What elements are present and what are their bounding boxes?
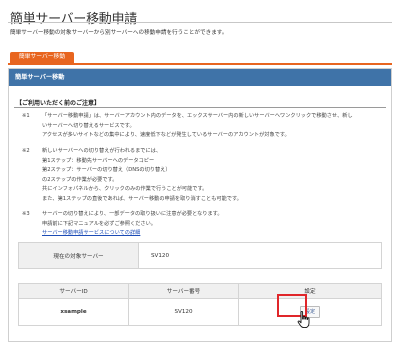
- note-line: アクセスが多いサイトなどの集中により、速度低下などが発生しているサーバーのアカウ…: [42, 132, 290, 139]
- note-line: 申請前に下記マニュアルを必ずご参照ください。: [42, 220, 156, 227]
- tab-easy-server-move[interactable]: 簡単サーバー移動: [10, 52, 74, 63]
- note-line: の2ステップの作業が必要です。: [42, 176, 118, 183]
- manual-link[interactable]: サーバー移動申請サービスについての詳細: [42, 230, 140, 236]
- page-title: 簡単サーバー移動申請: [10, 12, 137, 27]
- note-line: 第1ステップ：移動先サーバーへのデータコピー: [42, 157, 155, 164]
- title-divider: [8, 22, 392, 23]
- panel-header: 簡単サーバー移動: [9, 69, 391, 86]
- notes-divider: [14, 107, 386, 108]
- hand-cursor-icon: [297, 311, 310, 329]
- current-server-table: 現在の対象サーバー SV120: [18, 242, 382, 269]
- notes-title: 【ご利用いただく前のご注意】: [16, 100, 101, 107]
- note-mark: ※1: [22, 113, 30, 119]
- note-line: 第2ステップ：サーバーの切り替え（DNSの切り替え）: [42, 167, 171, 174]
- note-line: 新しいサーバーへの切り替えが行われるまでには、: [42, 148, 162, 154]
- table-row: xsample SV120 設定: [18, 298, 382, 326]
- current-server-label: 現在の対象サーバー: [18, 242, 139, 269]
- note-mark: ※3: [22, 211, 30, 217]
- server-id-cell: xsample: [18, 298, 129, 326]
- note-line: また、第1ステップの直後であれば、サーバー移動の申請を取り消すことも可能です。: [42, 195, 242, 202]
- column-header-settings: 設定: [238, 283, 382, 299]
- page-description: 簡単サーバー移動の対象サーバーから別サーバーへの移動申請を行うことができます。: [10, 30, 228, 36]
- note-mark: ※2: [22, 148, 30, 154]
- note-line: いサーバーへ切り替えるサービスです。: [42, 122, 135, 129]
- server-number-cell: SV120: [128, 298, 239, 326]
- note-line: サーバーの切り替えにより、一部データの取り扱いに注意が必要となります。: [42, 211, 223, 217]
- server-table: サーバーID サーバー番号 設定 xsample SV120 設定: [18, 283, 382, 326]
- column-header-server-id: サーバーID: [18, 283, 129, 299]
- note-line: 共にインフォパネルから、クリックのみの作業で行うことが可能です。: [42, 186, 208, 193]
- current-server-value: SV120: [138, 242, 382, 269]
- tab-underline: [8, 63, 392, 65]
- column-header-server-number: サーバー番号: [128, 283, 239, 299]
- note-line: 「サーバー移動申請」は、サーバーアカウント内のデータを、エックスサーバー内の新し…: [42, 113, 353, 119]
